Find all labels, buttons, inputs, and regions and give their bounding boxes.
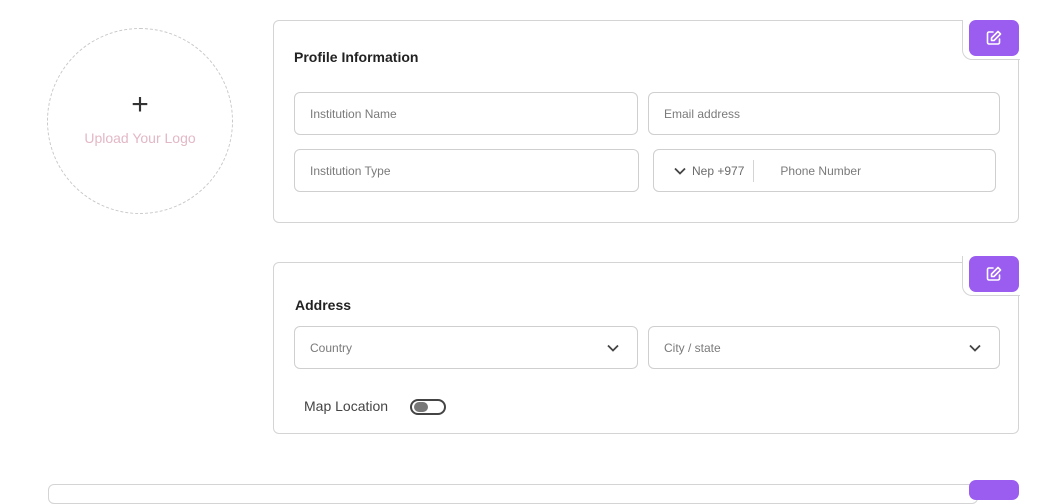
phone-divider [753, 159, 755, 182]
map-location-toggle[interactable] [410, 399, 446, 415]
next-section-card [48, 484, 978, 504]
map-location-label: Map Location [304, 398, 389, 414]
chevron-down-icon [969, 344, 981, 352]
country-code-select[interactable]: Nep +977 [674, 164, 744, 178]
address-edit-button[interactable] [969, 256, 1019, 292]
city-state-placeholder: City / state [664, 340, 721, 355]
institution-name-placeholder: Institution Name [310, 106, 397, 121]
country-code-value: Nep +977 [692, 163, 745, 178]
logo-upload[interactable]: + Upload Your Logo [47, 28, 233, 214]
institution-type-placeholder: Institution Type [310, 163, 391, 178]
profile-edit-button[interactable] [969, 20, 1019, 56]
edit-icon [986, 30, 1002, 45]
email-field[interactable]: Email address [648, 92, 1000, 135]
phone-field[interactable]: Nep +977 Phone Number [653, 149, 996, 192]
plus-icon: + [131, 88, 149, 121]
chevron-down-icon [607, 344, 619, 352]
city-state-select[interactable]: City / state [648, 326, 1000, 369]
phone-number-placeholder: Phone Number [780, 163, 862, 178]
toggle-knob [414, 402, 428, 412]
institution-type-field[interactable]: Institution Type [294, 149, 639, 192]
country-select[interactable]: Country [294, 326, 638, 369]
email-placeholder: Email address [664, 106, 741, 121]
country-placeholder: Country [310, 340, 353, 355]
address-section-title: Address [295, 297, 352, 313]
next-section-edit-button[interactable] [969, 480, 1019, 500]
upload-logo-label: Upload Your Logo [84, 130, 196, 146]
institution-name-field[interactable]: Institution Name [294, 92, 638, 135]
profile-section-title: Profile Information [294, 49, 419, 65]
chevron-down-icon [674, 167, 686, 175]
edit-icon [986, 266, 1002, 281]
